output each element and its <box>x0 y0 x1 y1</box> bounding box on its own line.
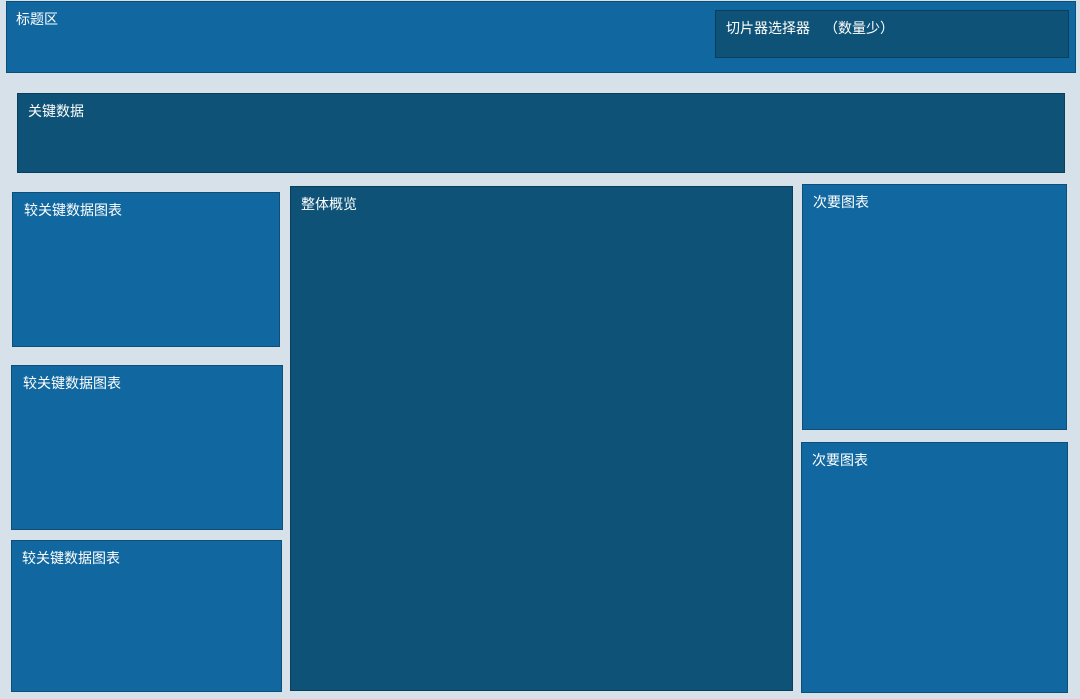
key-data-label: 关键数据 <box>28 104 84 120</box>
right-chart-1: 次要图表 <box>802 184 1067 430</box>
left-chart-2: 较关键数据图表 <box>11 365 283 530</box>
left-chart-3: 较关键数据图表 <box>11 540 282 692</box>
slicer-selector-label: 切片器选择器 <box>726 21 810 37</box>
right-chart-2: 次要图表 <box>801 442 1068 693</box>
slicer-selector[interactable]: 切片器选择器 （数量少） <box>715 10 1069 58</box>
overview-label: 整体概览 <box>301 197 357 213</box>
slicer-selector-note: （数量少） <box>824 21 894 37</box>
left-chart-2-label: 较关键数据图表 <box>23 376 121 392</box>
left-chart-1-label: 较关键数据图表 <box>24 203 122 219</box>
right-chart-2-label: 次要图表 <box>812 453 868 469</box>
overview-area: 整体概览 <box>290 186 793 691</box>
left-chart-1: 较关键数据图表 <box>12 192 280 347</box>
left-chart-3-label: 较关键数据图表 <box>22 551 120 567</box>
right-chart-1-label: 次要图表 <box>813 195 869 211</box>
key-data-area: 关键数据 <box>17 93 1065 173</box>
title-area-label: 标题区 <box>16 12 58 28</box>
